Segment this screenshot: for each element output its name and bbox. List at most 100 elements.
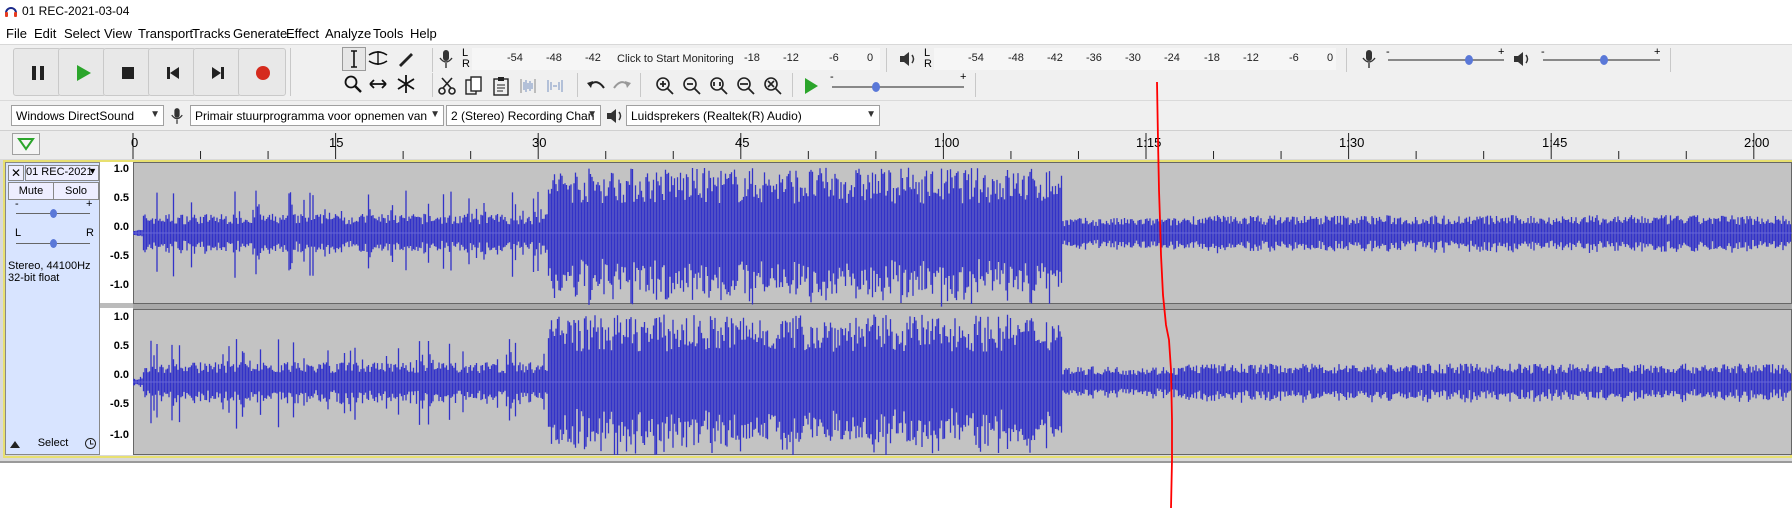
playback-meter[interactable]: -54 -48 -42 -36 -30 -24 -18 -12 -6 0 bbox=[934, 48, 1336, 70]
chevron-down-icon: ▼ bbox=[866, 109, 876, 120]
recording-device-value: Primair stuurprogramma voor opnemen van bbox=[195, 109, 428, 123]
chevron-down-icon: ▼ bbox=[587, 109, 597, 120]
vertical-amplitude-scale[interactable]: 1.0 0.5 0.0 -0.5 -1.0 1.0 0.5 0.0 -0.5 -… bbox=[100, 162, 134, 455]
record-meter[interactable]: -54 -48 -42 Click to Start Monitoring -1… bbox=[472, 48, 880, 70]
meter-tick: -12 bbox=[783, 52, 799, 64]
undo-icon[interactable] bbox=[585, 76, 607, 96]
menu-analyze[interactable]: Analyze bbox=[325, 26, 371, 41]
play-speed-thumb[interactable] bbox=[872, 82, 880, 92]
recording-channels-select[interactable]: 2 (Stereo) Recording Chan ▼ bbox=[446, 105, 601, 126]
recording-device-select[interactable]: Primair stuurprogramma voor opnemen van … bbox=[190, 105, 444, 126]
silence-audio-icon[interactable] bbox=[544, 75, 566, 97]
collapse-icon[interactable] bbox=[9, 438, 21, 450]
fit-project-icon[interactable] bbox=[735, 75, 757, 97]
pan-left-label: L bbox=[15, 227, 22, 239]
menu-generate[interactable]: Generate bbox=[233, 26, 287, 41]
gain-slider-thumb[interactable] bbox=[50, 209, 57, 218]
amp-label: 0.0 bbox=[113, 369, 129, 381]
annotation-red-line bbox=[1156, 81, 1173, 509]
pan-right-label: R bbox=[86, 227, 94, 239]
skip-to-start-button[interactable] bbox=[148, 48, 196, 96]
amp-label: 0.0 bbox=[113, 221, 129, 233]
stop-button[interactable] bbox=[103, 48, 151, 96]
speaker-icon[interactable] bbox=[898, 50, 918, 68]
ruler-label: 15 bbox=[329, 135, 344, 150]
meter-tick: -54 bbox=[968, 52, 984, 64]
copy-icon[interactable] bbox=[463, 75, 485, 97]
amp-label: 1.0 bbox=[113, 311, 129, 323]
selection-tool[interactable] bbox=[342, 47, 366, 71]
meter-tick: -42 bbox=[585, 52, 601, 64]
audacity-logo-icon bbox=[5, 7, 17, 17]
menu-edit[interactable]: Edit bbox=[34, 26, 56, 41]
audio-host-value: Windows DirectSound bbox=[16, 109, 135, 123]
meter-tick: 0 bbox=[867, 52, 874, 64]
ruler-ticks bbox=[132, 133, 1755, 159]
play-at-speed-icon[interactable] bbox=[802, 76, 820, 96]
solo-label: Solo bbox=[64, 185, 88, 197]
slider-plus-label: + bbox=[1654, 46, 1661, 58]
envelope-tool[interactable] bbox=[367, 47, 391, 71]
zoom-out-icon[interactable] bbox=[681, 75, 703, 97]
menu-help[interactable]: Help bbox=[410, 26, 437, 41]
skip-end-icon bbox=[212, 67, 224, 79]
microphone-icon bbox=[171, 108, 183, 124]
select-track-button[interactable]: Select bbox=[25, 435, 81, 451]
play-button[interactable] bbox=[58, 48, 106, 96]
envelope-icon bbox=[368, 51, 388, 65]
menu-tools[interactable]: Tools bbox=[373, 26, 403, 41]
playback-volume-thumb[interactable] bbox=[1600, 55, 1608, 65]
record-button[interactable] bbox=[238, 48, 286, 96]
meter-channel-r: R bbox=[924, 58, 932, 70]
zoom-tool[interactable] bbox=[342, 73, 366, 97]
redo-icon[interactable] bbox=[611, 76, 633, 96]
time-shift-tool[interactable] bbox=[367, 73, 391, 97]
menu-bar: File Edit Select View Transport Tracks G… bbox=[0, 24, 1792, 44]
track-control-panel[interactable]: ✕ 01 REC-2021 ▼ Mute Solo - + L R Stereo… bbox=[5, 162, 100, 455]
menu-transport[interactable]: Transport bbox=[138, 26, 193, 41]
trim-audio-icon[interactable] bbox=[517, 75, 539, 97]
audio-host-select[interactable]: Windows DirectSound ▼ bbox=[11, 105, 164, 126]
zoom-toggle-icon[interactable] bbox=[762, 75, 784, 97]
track-menu-button[interactable]: 01 REC-2021 ▼ bbox=[25, 165, 99, 181]
menu-view[interactable]: View bbox=[104, 26, 132, 41]
paste-icon[interactable] bbox=[490, 75, 512, 97]
scissors-icon[interactable] bbox=[436, 75, 458, 97]
track-close-button[interactable]: ✕ bbox=[8, 165, 24, 181]
device-toolbar: Windows DirectSound ▼ Primair stuurprogr… bbox=[0, 100, 1792, 131]
sync-lock-icon[interactable] bbox=[84, 437, 97, 450]
pan-slider-thumb[interactable] bbox=[50, 239, 57, 248]
menu-select[interactable]: Select bbox=[64, 26, 100, 41]
skip-to-end-button[interactable] bbox=[193, 48, 241, 96]
meter-tick: -30 bbox=[1125, 52, 1141, 64]
menu-effect[interactable]: Effect bbox=[286, 26, 319, 41]
meter-tick: 0 bbox=[1327, 52, 1334, 64]
playback-device-select[interactable]: Luidsprekers (Realtek(R) Audio) ▼ bbox=[626, 105, 880, 126]
draw-tool[interactable] bbox=[395, 47, 419, 71]
empty-track-space[interactable] bbox=[0, 461, 1792, 512]
zoom-in-icon[interactable] bbox=[654, 75, 676, 97]
waveform-drawing bbox=[133, 167, 1792, 455]
title-bar: 01 REC-2021-03-04 bbox=[0, 0, 1792, 24]
toolbar-grip[interactable] bbox=[4, 48, 10, 96]
pause-button[interactable] bbox=[13, 48, 61, 96]
timeline-ruler[interactable]: 0 15 30 45 1:00 1:15 1:30 1:45 2:00 bbox=[0, 130, 1792, 160]
ruler-label: 1:00 bbox=[934, 135, 960, 150]
microphone-icon bbox=[1362, 50, 1376, 68]
recording-volume-slider[interactable] bbox=[1388, 59, 1504, 61]
pause-icon bbox=[32, 66, 44, 80]
multi-tool[interactable] bbox=[395, 73, 419, 97]
track-format-rate: Stereo, 44100Hz bbox=[8, 260, 91, 272]
meter-tick: -6 bbox=[829, 52, 839, 64]
recording-volume-thumb[interactable] bbox=[1465, 55, 1473, 65]
ruler-label: 1:30 bbox=[1339, 135, 1365, 150]
playback-device-value: Luidsprekers (Realtek(R) Audio) bbox=[631, 109, 802, 123]
toolbar-divider bbox=[886, 48, 895, 72]
menu-tracks[interactable]: Tracks bbox=[192, 26, 231, 41]
play-speed-slider[interactable] bbox=[832, 86, 964, 88]
toolbar-divider bbox=[1670, 48, 1679, 72]
record-meter-hint[interactable]: Click to Start Monitoring bbox=[617, 53, 734, 65]
microphone-icon[interactable] bbox=[438, 49, 454, 69]
fit-selection-icon[interactable] bbox=[708, 75, 730, 97]
menu-file[interactable]: File bbox=[6, 26, 27, 41]
